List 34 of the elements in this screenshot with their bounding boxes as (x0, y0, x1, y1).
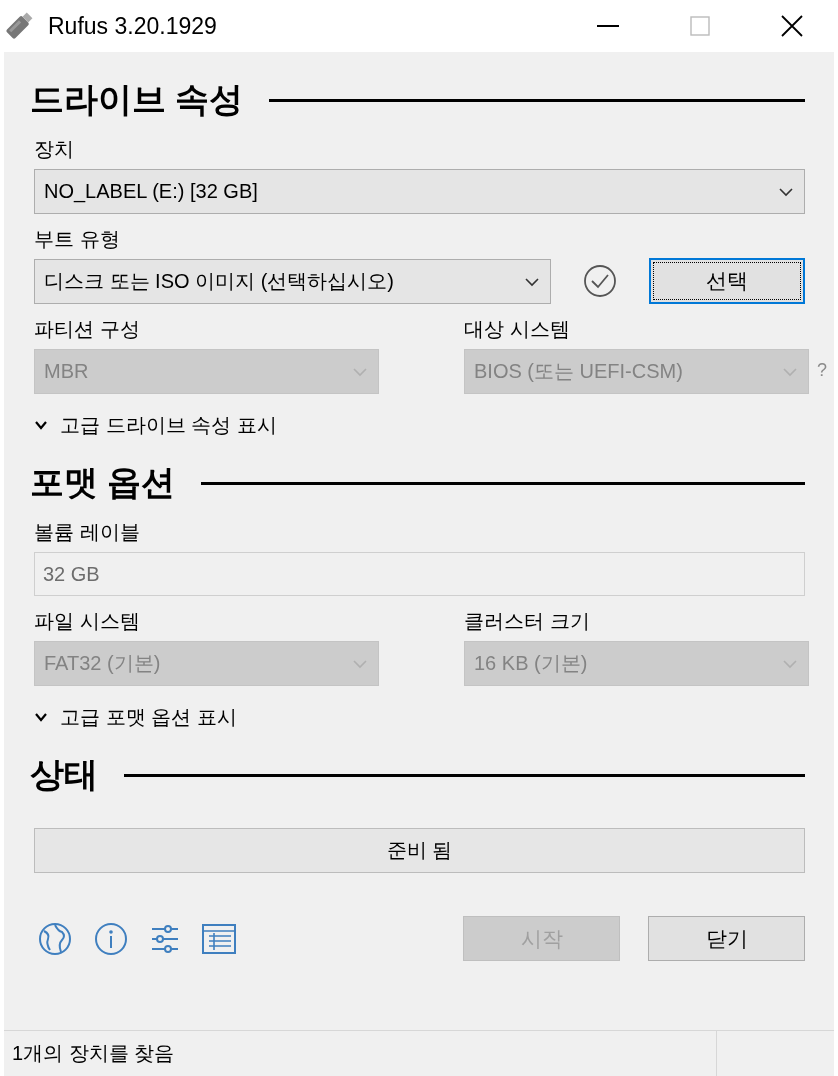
advanced-options-toggle[interactable]: 고급 포맷 옵션 표시 (30, 704, 237, 730)
dropdown[interactable]: 디스크 또는 ISO 이미지 (선택하십시오) (34, 259, 551, 304)
field-label: 장치 (34, 137, 75, 162)
info-icon[interactable] (94, 921, 128, 956)
section-heading: 상태 (30, 754, 98, 795)
checkmark-icon[interactable] (583, 264, 617, 298)
field-label: 대상 시스템 (464, 317, 571, 342)
close-dialog-button[interactable]: 닫기 (648, 916, 805, 961)
close-icon (781, 15, 803, 37)
field-label: 볼륨 레이블 (34, 520, 141, 545)
section-heading: 포맷 옵션 (30, 462, 176, 503)
dropdown[interactable]: NO_LABEL (E:) [32 GB] (34, 169, 805, 214)
chevron-down-icon (524, 276, 540, 287)
field-label: 부트 유형 (34, 227, 121, 252)
chevron-down-icon (352, 658, 368, 669)
chevron-icon (34, 711, 48, 723)
advanced-options-toggle[interactable]: 고급 드라이브 속성 표시 (30, 412, 277, 438)
maximize-icon (690, 16, 710, 36)
minimize-icon (597, 25, 619, 27)
select-button[interactable]: 선택 (649, 258, 805, 304)
chevron-down-icon (778, 186, 794, 197)
field-label: 클러스터 크기 (464, 609, 591, 634)
globe-icon[interactable] (38, 921, 72, 956)
log-icon[interactable] (202, 922, 236, 955)
section-heading: 드라이브 속성 (30, 79, 244, 120)
status-text: 준비 됨 (386, 838, 453, 863)
field-label: 파일 시스템 (34, 609, 141, 634)
window-title: Rufus 3.20.1929 (48, 12, 217, 40)
status-bar-text: 1개의 장치를 찾음 (11, 1041, 176, 1066)
chevron-down-icon (352, 366, 368, 377)
chevron-down-icon (782, 366, 798, 377)
chevron-down-icon (782, 658, 798, 669)
field-label: 파티션 구성 (34, 317, 141, 342)
chevron-icon (34, 419, 48, 431)
